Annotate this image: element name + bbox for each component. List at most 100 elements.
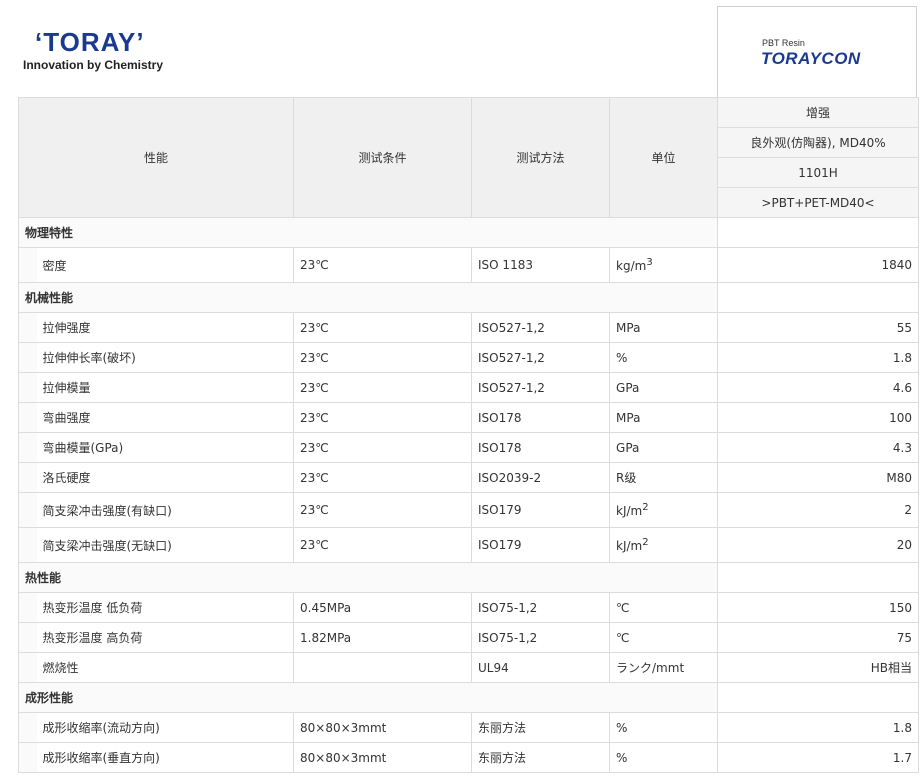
property-name: 成形收缩率(流动方向) — [36, 712, 295, 743]
test-condition: 23℃ — [293, 342, 473, 373]
table-row: 拉伸伸长率(破坏) 23℃ ISO527-1,2% 1.8 — [18, 342, 920, 373]
header-grade-feature: 良外观(仿陶器), MD40% — [717, 127, 920, 158]
test-condition: 80×80×3mmt — [293, 712, 473, 743]
test-condition: 23℃ — [293, 432, 473, 463]
test-method: ISO178 — [471, 432, 611, 463]
unit-text: % — [616, 750, 628, 765]
row-indent — [18, 312, 37, 343]
table-row: 弯曲模量(GPa) 23℃ ISO178 GPa 4.3 — [18, 432, 920, 463]
test-condition: 23℃ — [293, 527, 473, 563]
header-condition: 测试条件 — [293, 97, 473, 218]
test-method: ISO 1183 — [471, 247, 611, 283]
row-indent — [18, 652, 37, 683]
table-row: 热变形温度 低负荷 0.45MPa ISO75-1,2 ℃ 150 — [18, 592, 920, 623]
unit-exponent: 2 — [642, 502, 649, 513]
property-value: 4.3 — [717, 432, 920, 463]
product-logo-box: PBT Resin TORAYCON — [717, 6, 917, 97]
toraycon-logo: TORAYCON — [761, 49, 861, 68]
row-indent — [18, 342, 37, 373]
row-indent — [18, 622, 37, 653]
unit-cell: R级 — [609, 462, 719, 493]
unit-text: GPa — [616, 380, 640, 395]
property-name: 密度 — [36, 247, 295, 283]
test-condition: 23℃ — [293, 372, 473, 403]
property-name: 简支梁冲击强度(无缺口) — [36, 527, 295, 563]
property-value: 2 — [717, 492, 920, 528]
test-method: 东丽方法 — [471, 742, 611, 773]
header-grade-marking: >PBT+PET-MD40< — [717, 187, 920, 218]
property-value: 1840 — [717, 247, 920, 283]
property-value: 4.6 — [717, 372, 920, 403]
section-row: 机械性能 — [17, 282, 920, 313]
test-condition: 23℃ — [293, 492, 473, 528]
row-indent — [18, 402, 37, 433]
row-indent — [18, 432, 37, 463]
row-indent — [18, 492, 37, 528]
test-condition: 0.45MPa — [293, 592, 473, 623]
product-category-label: PBT Resin — [762, 38, 805, 48]
unit-cell: ℃ — [609, 622, 719, 653]
header-grade-code: 1101H — [717, 157, 920, 188]
test-condition: 80×80×3mmt — [293, 742, 473, 773]
section-value-blank — [717, 682, 920, 713]
test-condition: 23℃ — [293, 312, 473, 343]
section-value-blank — [717, 282, 920, 313]
table-row: 拉伸强度 23℃ ISO527-1,2 MPa 55 — [18, 312, 920, 343]
header-grade-type: 增强 — [717, 97, 920, 128]
test-condition: 23℃ — [293, 402, 473, 433]
test-method: ISO179 — [471, 527, 611, 563]
test-condition: 1.82MPa — [293, 622, 473, 653]
property-value: 1.8 — [717, 342, 920, 373]
property-name: 拉伸强度 — [36, 312, 295, 343]
row-indent — [18, 372, 37, 403]
row-indent — [18, 712, 37, 743]
property-value: 100 — [717, 402, 920, 433]
property-name: 洛氏硬度 — [36, 462, 295, 493]
property-value: 20 — [717, 527, 920, 563]
unit-cell: kJ/m2 — [609, 527, 719, 563]
test-method: ISO2039-2 — [471, 462, 611, 493]
unit-text: ℃ — [616, 630, 630, 645]
property-name: 拉伸伸长率(破坏) — [36, 342, 295, 373]
unit-text: MPa — [616, 320, 641, 335]
property-name: 弯曲强度 — [36, 402, 295, 433]
property-name: 拉伸模量 — [36, 372, 295, 403]
unit-text: % — [616, 350, 628, 365]
property-name: 热变形温度 高负荷 — [36, 622, 295, 653]
section-value-blank — [717, 217, 920, 248]
unit-cell: % — [609, 712, 719, 743]
test-method: ISO527-1,2 — [471, 312, 611, 343]
section-row: 物理特性 — [17, 217, 920, 248]
property-name: 弯曲模量(GPa) — [36, 432, 295, 463]
unit-text: ℃ — [616, 600, 630, 615]
unit-cell: ランク/mmt — [609, 652, 719, 683]
unit-text: kg/m — [616, 259, 647, 273]
table-row: 简支梁冲击强度(无缺口) 23℃ ISO179 kJ/m2 20 — [18, 527, 920, 563]
table-row: 热变形温度 高负荷 1.82MPa ISO75-1,2 ℃ 75 — [18, 622, 920, 653]
property-name: 燃烧性 — [36, 652, 295, 683]
unit-cell: % — [609, 342, 719, 373]
unit-text: R级 — [616, 471, 637, 485]
toray-wordmark: ‘TORAY’ — [35, 27, 145, 57]
unit-text: MPa — [616, 410, 641, 425]
row-indent — [18, 527, 37, 563]
table-row: 成形收缩率(垂直方向) 80×80×3mmt 东丽方法% 1.7 — [18, 742, 920, 773]
property-value: 1.7 — [717, 742, 920, 773]
header-unit: 单位 — [609, 97, 719, 218]
table-header-row: 性能 测试条件 测试方法 单位 增强 — [17, 97, 920, 218]
table-row: 密度 23℃ ISO 1183 kg/m3 1840 — [18, 247, 920, 283]
unit-cell: MPa — [609, 402, 719, 433]
row-indent — [18, 592, 37, 623]
table-row: 拉伸模量 23℃ ISO527-1,2 GPa 4.6 — [18, 372, 920, 403]
table-row: 洛氏硬度 23℃ ISO2039-2 R级 M80 — [18, 462, 920, 493]
property-name: 成形收缩率(垂直方向) — [36, 742, 295, 773]
test-method: ISO75-1,2 — [471, 592, 611, 623]
test-condition: 23℃ — [293, 462, 473, 493]
section-value-blank — [717, 562, 920, 593]
unit-text: kJ/m — [616, 504, 643, 518]
test-method: ISO527-1,2 — [471, 342, 611, 373]
section-title: 机械性能 — [17, 282, 719, 313]
test-condition — [293, 652, 473, 683]
toray-tagline: Innovation by Chemistry — [23, 58, 164, 72]
property-name: 热变形温度 低负荷 — [36, 592, 295, 623]
